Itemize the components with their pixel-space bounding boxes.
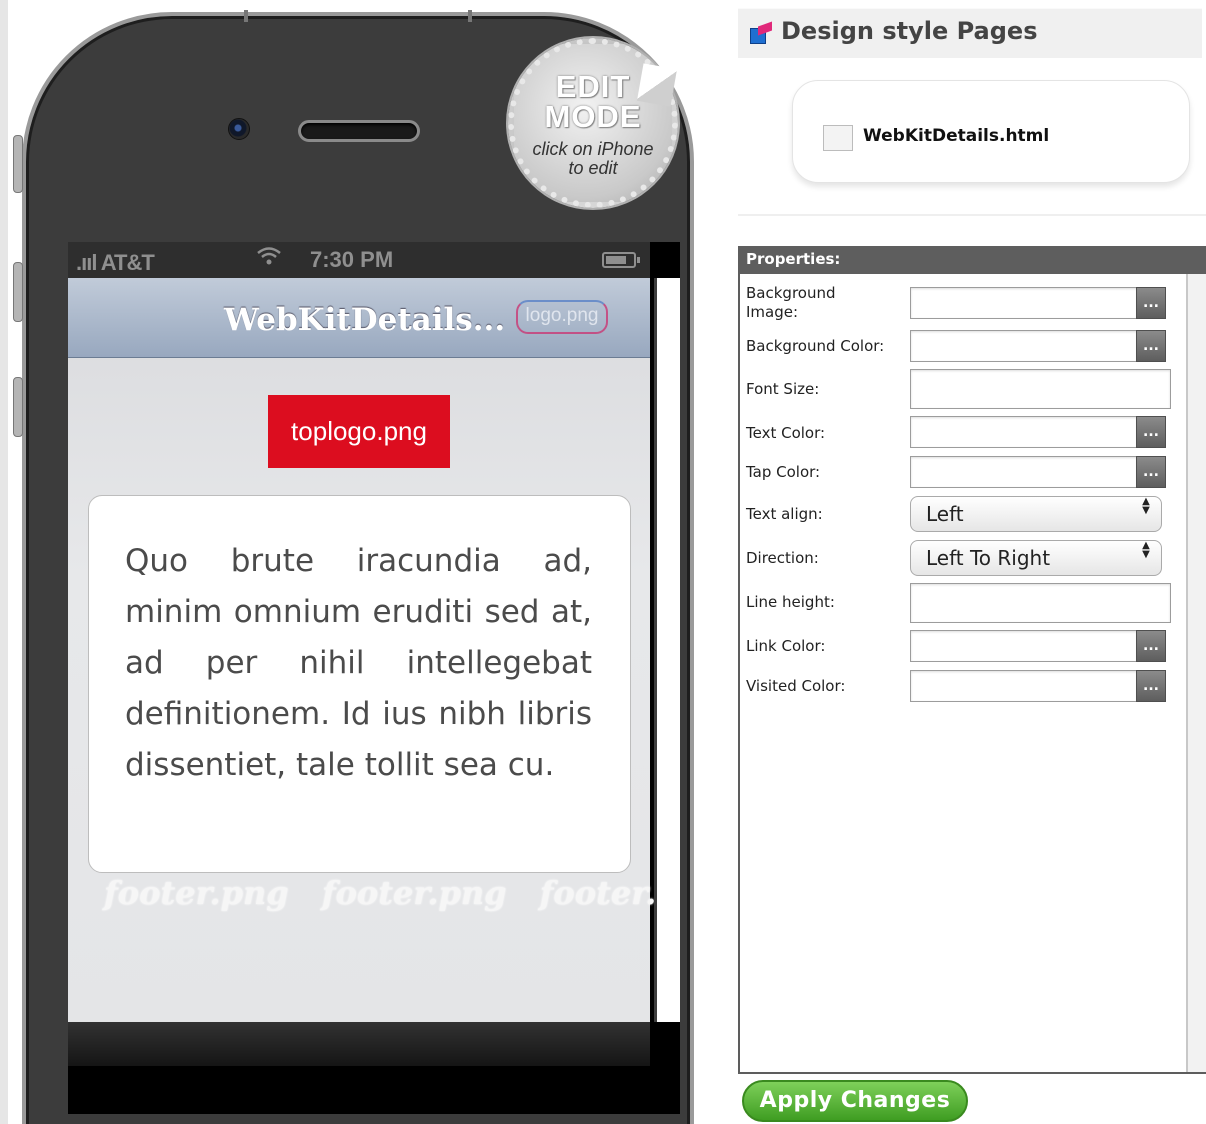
page-checkbox[interactable] (823, 125, 853, 151)
top-nub-right (468, 10, 472, 22)
content-card[interactable]: Quo brute iracundia ad, minim omnium eru… (88, 495, 631, 873)
iphone-screen[interactable]: .ııl AT&T 7:30 PM WebKitDetails... logo.… (68, 242, 680, 1114)
webapp-view[interactable]: WebKitDetails... logo.png toplogo.png Qu… (68, 278, 680, 1022)
background-image-picker-button[interactable]: ... (1136, 287, 1166, 319)
status-bar: .ııl AT&T 7:30 PM (68, 242, 650, 278)
pages-list: WebKitDetails.html (792, 80, 1190, 183)
text-color-input[interactable] (910, 416, 1138, 448)
visited-color-picker-button[interactable]: ... (1136, 670, 1166, 702)
mute-switch (13, 135, 23, 193)
line-height-input[interactable] (910, 583, 1171, 623)
carrier-label: .ııl AT&T (76, 250, 155, 275)
nav-logo-image[interactable]: logo.png (516, 300, 608, 334)
edit-mode-subtitle-line2: to edit (568, 158, 618, 178)
background-color-label: Background Color: (746, 337, 885, 355)
left-edge (0, 0, 8, 1124)
tap-color-label: Tap Color: (746, 463, 821, 481)
text-color-picker-button[interactable]: ... (1136, 416, 1166, 448)
speaker-grille (298, 120, 420, 142)
panel-header: Design style Pages (738, 8, 1202, 58)
edit-mode-title-line2: MODE (544, 99, 642, 134)
direction-label: Direction: (746, 549, 819, 567)
select-arrows-icon: ▲ ▼ (1142, 540, 1150, 560)
edit-mode-subtitle: click on iPhone to edit (514, 140, 672, 178)
top-logo-image[interactable]: toplogo.png (268, 395, 450, 468)
link-color-label: Link Color: (746, 637, 826, 655)
background-image-label-line2: Image: (746, 303, 799, 321)
camera-icon (228, 118, 250, 140)
text-color-label: Text Color: (746, 424, 826, 442)
text-align-label: Text align: (746, 505, 823, 523)
footer-images[interactable]: footer.png footer.png footer.png (104, 874, 680, 912)
select-arrows-icon: ▲ ▼ (1142, 496, 1150, 516)
divider (738, 214, 1206, 216)
apply-changes-button[interactable]: Apply Changes (742, 1080, 968, 1122)
line-height-label: Line height: (746, 593, 835, 611)
background-image-label-line1: Background (746, 284, 836, 302)
volume-up-button (13, 262, 23, 322)
page-curl (636, 63, 678, 107)
background-image-label: Background Image: (746, 284, 836, 322)
text-align-value: Left (926, 502, 964, 526)
footer-image: footer.png (104, 874, 289, 912)
pages-icon (750, 21, 772, 44)
font-size-label: Font Size: (746, 380, 820, 398)
properties-header: Properties: (738, 246, 1206, 274)
direction-value: Left To Right (926, 546, 1051, 570)
edit-mode-badge[interactable]: EDIT MODE click on iPhone to edit (508, 38, 678, 208)
page-file-name[interactable]: WebKitDetails.html (863, 126, 1049, 146)
font-size-input[interactable] (910, 369, 1171, 409)
properties-scrollbar[interactable] (1186, 274, 1206, 1072)
screen-scrollbar[interactable] (654, 278, 680, 1022)
nav-title: WebKitDetails... (224, 302, 506, 338)
volume-down-button (13, 377, 23, 437)
content-text: Quo brute iracundia ad, minim omnium eru… (125, 543, 592, 783)
background-color-input[interactable] (910, 330, 1138, 362)
panel-title: Design style Pages (781, 17, 1038, 45)
background-image-input[interactable] (910, 287, 1138, 319)
link-color-input[interactable] (910, 630, 1138, 662)
top-nub-left (244, 10, 248, 22)
footer-image: footer.png (321, 874, 507, 912)
visited-color-label: Visited Color: (746, 677, 846, 695)
bottom-bar (68, 1022, 650, 1066)
visited-color-input[interactable] (910, 670, 1138, 702)
tap-color-input[interactable] (910, 456, 1138, 488)
battery-icon (602, 252, 640, 268)
wifi-icon (256, 244, 282, 274)
direction-select[interactable]: Left To Right ▲ ▼ (910, 540, 1162, 576)
background-color-picker-button[interactable]: ... (1136, 330, 1166, 362)
text-align-select[interactable]: Left ▲ ▼ (910, 496, 1162, 532)
properties-panel: Properties: Background Image: ... Backgr… (738, 246, 1206, 1074)
nav-bar[interactable]: WebKitDetails... logo.png (68, 278, 650, 358)
tap-color-picker-button[interactable]: ... (1136, 456, 1166, 488)
status-time: 7:30 PM (310, 247, 394, 272)
link-color-picker-button[interactable]: ... (1136, 630, 1166, 662)
edit-mode-subtitle-line1: click on iPhone (532, 139, 654, 159)
